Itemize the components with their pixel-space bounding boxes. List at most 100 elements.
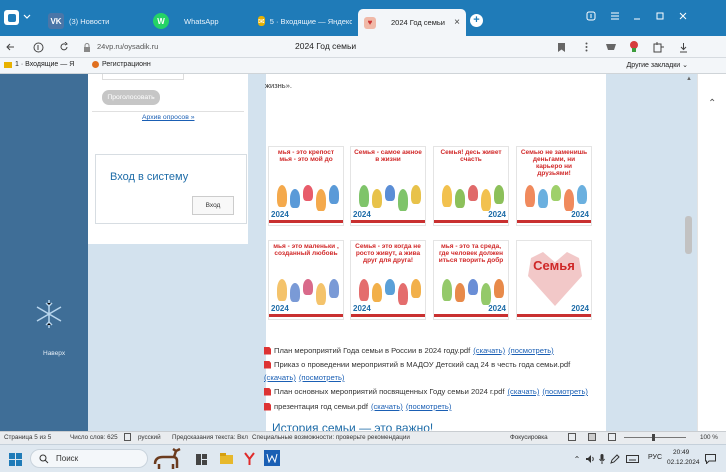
word-icon[interactable] — [264, 450, 280, 466]
word-count[interactable]: Число слов: 625 — [70, 434, 118, 441]
view-link[interactable]: (посмотреть) — [299, 373, 345, 382]
page-scrollbar[interactable]: ▲ ⌃ — [685, 74, 726, 431]
zoom-slider[interactable] — [624, 437, 686, 438]
task-view-icon[interactable] — [195, 452, 207, 466]
web-layout-icon[interactable] — [608, 433, 616, 441]
other-bookmarks[interactable]: Другие закладки ⌄ — [627, 61, 688, 69]
microphone-icon[interactable] — [598, 453, 606, 465]
scroll-up-arrow[interactable]: ▲ — [686, 76, 692, 82]
poster-year: 2024 — [353, 210, 371, 219]
browser-menu-icon[interactable] — [4, 10, 19, 25]
address-bar: 24vp.ru/oysadik.ru 2024 Год семьи — [0, 36, 726, 58]
bookmark-item-mail[interactable]: 1 · Входящие — Я — [4, 61, 74, 68]
poster-2[interactable]: Семья - самое ажное в жизни 2024 — [350, 146, 426, 226]
notifications-icon[interactable] — [704, 453, 717, 465]
focus-mode[interactable]: Фокусировка — [510, 434, 548, 441]
poster-figure — [398, 189, 408, 211]
poster-figure — [564, 189, 574, 211]
poster-ribbon — [351, 220, 425, 223]
chevron-up-icon[interactable]: ⌃ — [708, 98, 716, 109]
tab-yandex-mail[interactable]: ✉ 5 · Входящие — Яндекс П — [258, 9, 352, 33]
proofing-icon[interactable] — [124, 433, 131, 441]
language-indicator[interactable]: русский — [138, 434, 161, 441]
back-icon[interactable] — [4, 41, 16, 53]
view-link[interactable]: (посмотреть) — [542, 387, 588, 396]
pen-icon[interactable] — [609, 453, 621, 465]
keyboard-icon[interactable] — [625, 454, 639, 464]
poster-3[interactable]: Семья! десь живет счасть 2024 — [433, 146, 509, 226]
extensions-icon[interactable] — [651, 40, 665, 54]
lock-icon — [82, 42, 92, 52]
minimize-icon[interactable] — [631, 10, 643, 22]
search-input[interactable]: Поиск — [56, 454, 78, 463]
poster-6[interactable]: Семья - это когда не росто живут, а жива… — [350, 240, 426, 320]
clock-date[interactable]: 02.12.2024 — [667, 459, 700, 466]
view-link[interactable]: (посмотреть) — [508, 346, 554, 355]
poster-caption: мья - это маленьки , созданный любовь — [273, 243, 339, 257]
vote-button[interactable]: Проголосовать — [102, 90, 160, 105]
file-explorer-icon[interactable] — [219, 451, 233, 465]
tab-family-year[interactable]: ♥ 2024 Год семьи × — [358, 9, 466, 36]
clock-time[interactable]: 20:49 — [673, 449, 689, 456]
chevron-down-icon[interactable] — [22, 12, 32, 22]
new-tab-button[interactable]: + — [470, 14, 483, 27]
poster-figure — [372, 189, 382, 208]
page-count[interactable]: Страница 5 из 5 — [4, 434, 51, 441]
close-icon[interactable]: × — [454, 17, 460, 28]
moose-widget-icon[interactable] — [148, 447, 184, 471]
poster-figure — [303, 279, 313, 295]
zoom-level[interactable]: 100 % — [700, 434, 718, 441]
browser-tab-bar: VK (3) Новости W WhatsApp ✉ 5 · Входящие… — [0, 0, 726, 52]
download-link[interactable]: (скачать) — [371, 402, 403, 411]
print-layout-icon[interactable] — [588, 433, 596, 441]
tab-news[interactable]: VK (3) Новости — [48, 9, 133, 33]
poster-year: 2024 — [488, 210, 506, 219]
scroll-top-link[interactable]: Наверх — [43, 350, 65, 357]
tab-label: 2024 Год семьи — [391, 18, 445, 27]
download-link[interactable]: (скачать) — [264, 373, 296, 382]
close-window-icon[interactable] — [677, 10, 689, 22]
chevron-up-icon[interactable]: ⌃ — [572, 454, 582, 464]
zoom-slider-thumb[interactable] — [652, 434, 655, 441]
maximize-icon[interactable] — [654, 10, 666, 22]
scrollbar-thumb[interactable] — [685, 216, 692, 254]
poll-archive-link[interactable]: Архив опросов » — [142, 114, 195, 121]
text-predictions[interactable]: Предсказания текста: Вкл — [172, 434, 248, 441]
bookmark-icon[interactable] — [556, 41, 566, 53]
bookmarks-bar: 1 · Входящие — Я Регистрационн Другие за… — [0, 58, 726, 74]
poster-ribbon — [269, 220, 343, 223]
bookmark-collection-icon[interactable] — [585, 10, 597, 22]
view-link[interactable]: (посмотреть) — [406, 402, 452, 411]
download-icon[interactable] — [677, 40, 689, 54]
divider — [92, 111, 244, 112]
read-mode-icon[interactable] — [568, 433, 576, 441]
poster-8[interactable]: Семья 2024 — [516, 240, 592, 320]
yandex-browser-icon[interactable] — [242, 450, 256, 466]
url-input[interactable]: 24vp.ru/oysadik.ru — [97, 42, 158, 51]
shield-icon[interactable] — [604, 41, 618, 53]
yandex-home-icon[interactable] — [32, 41, 44, 53]
poster-7[interactable]: мья - это та среда, где человек должен и… — [433, 240, 509, 320]
input-language[interactable]: РУС — [648, 454, 662, 461]
poster-4[interactable]: Семью не заменишь деньгами, ни карьеро н… — [516, 146, 592, 226]
registration-icon — [92, 61, 99, 68]
poster-caption: Семью не заменишь деньгами, ни карьеро н… — [520, 149, 588, 177]
poster-1[interactable]: мья - это крепост мья - это мой до 2024 — [268, 146, 344, 226]
poster-5[interactable]: мья - это маленьки , созданный любовь 202… — [268, 240, 344, 320]
poster-figure — [442, 279, 452, 301]
tab-whatsapp[interactable]: W WhatsApp — [153, 9, 233, 33]
alice-icon[interactable] — [627, 39, 641, 53]
reload-icon[interactable] — [58, 41, 70, 53]
download-link[interactable]: (скачать) — [508, 387, 540, 396]
poster-ribbon — [434, 220, 508, 223]
more-icon[interactable] — [583, 41, 589, 53]
menu-icon[interactable] — [609, 10, 621, 22]
taskbar-search[interactable]: Поиск — [30, 449, 148, 468]
login-button[interactable]: Вход — [192, 196, 234, 215]
download-link[interactable]: (скачать) — [473, 346, 505, 355]
bookmark-item-registration[interactable]: Регистрационн — [92, 61, 151, 68]
poster-ribbon — [517, 314, 591, 317]
accessibility-status[interactable]: Специальные возможности: проверьте реком… — [252, 434, 410, 441]
windows-start-icon[interactable] — [8, 452, 22, 466]
speaker-icon[interactable] — [585, 453, 595, 465]
